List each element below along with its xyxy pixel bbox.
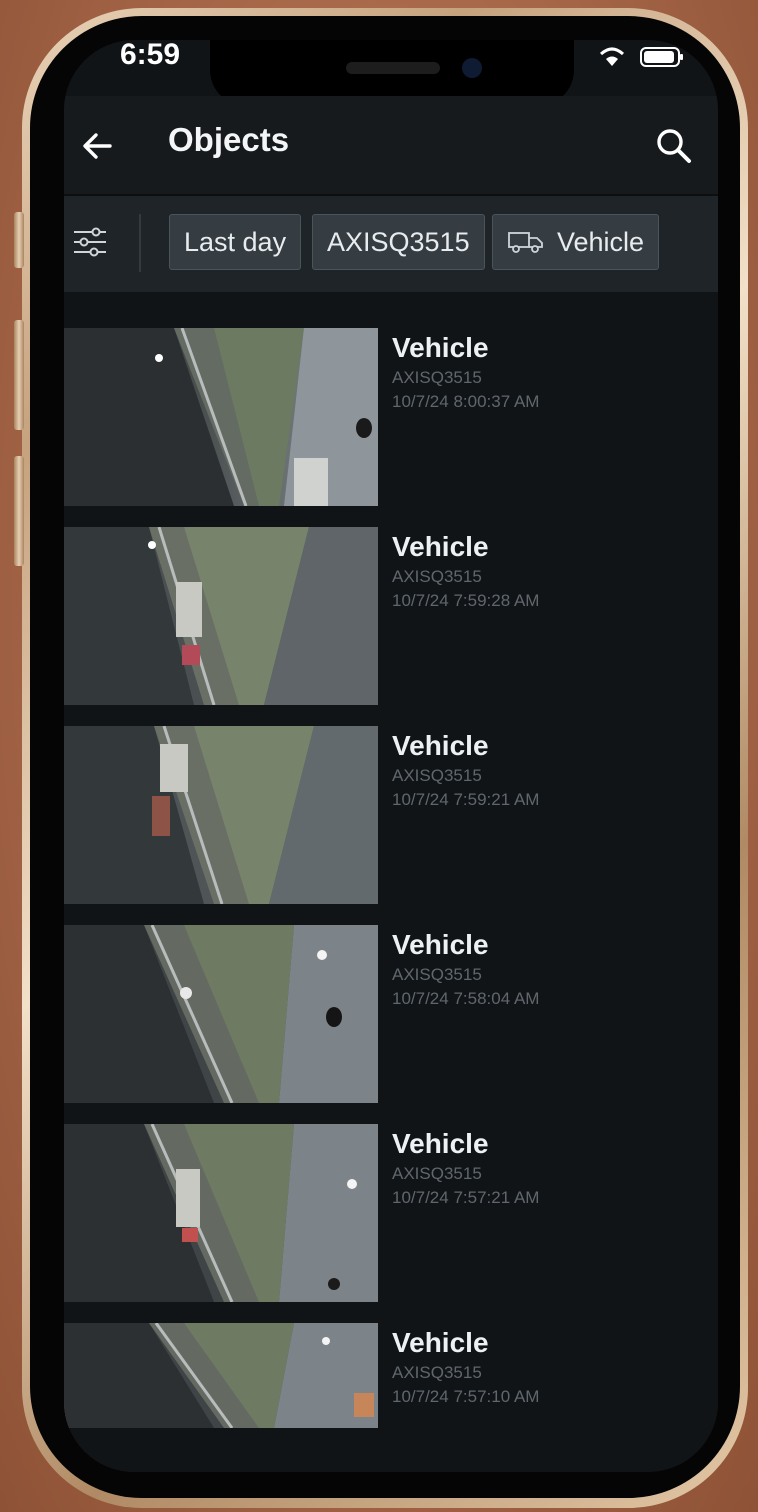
item-timestamp: 10/7/24 7:59:21 AM — [392, 790, 540, 809]
page-title: Objects — [168, 121, 290, 158]
filter-bar: Last day AXISQ3515 Vehicle — [64, 196, 718, 292]
item-camera: AXISQ3515 — [392, 1363, 482, 1382]
chip-label: Vehicle — [557, 226, 645, 257]
item-camera: AXISQ3515 — [392, 965, 482, 984]
thumbnail-image — [64, 726, 378, 904]
item-title: Vehicle — [392, 929, 489, 960]
chip-label: AXISQ3515 — [327, 226, 470, 257]
list-item[interactable]: Vehicle AXISQ3515 10/7/24 7:58:04 AM — [64, 925, 718, 1103]
app-header: Objects — [64, 96, 718, 194]
battery-icon — [640, 46, 684, 68]
front-camera — [462, 58, 482, 78]
item-camera: AXISQ3515 — [392, 1164, 482, 1183]
item-title: Vehicle — [392, 1128, 489, 1159]
thumbnail-image — [64, 925, 378, 1103]
item-timestamp: 10/7/24 7:57:10 AM — [392, 1387, 540, 1406]
search-button[interactable] — [652, 124, 696, 168]
earpiece-speaker — [346, 62, 440, 74]
chip-object-type[interactable]: Vehicle — [492, 214, 660, 270]
item-title: Vehicle — [392, 332, 489, 363]
chip-label: Last day — [184, 226, 287, 257]
list-item[interactable]: Vehicle AXISQ3515 10/7/24 7:57:21 AM — [64, 1124, 718, 1302]
search-icon — [652, 129, 696, 172]
chip-time-range[interactable]: Last day — [169, 214, 302, 270]
item-timestamp: 10/7/24 7:58:04 AM — [392, 989, 540, 1008]
chip-camera[interactable]: AXISQ3515 — [312, 214, 485, 270]
list-item[interactable]: Vehicle AXISQ3515 10/7/24 7:59:28 AM — [64, 527, 718, 705]
thumbnail-image — [64, 328, 378, 506]
status-bar: 6:59 — [64, 40, 718, 106]
item-title: Vehicle — [392, 730, 489, 761]
back-button[interactable] — [76, 124, 120, 168]
item-timestamp: 10/7/24 8:00:37 AM — [392, 392, 540, 411]
thumbnail-image — [64, 527, 378, 705]
item-title: Vehicle — [392, 531, 489, 562]
item-camera: AXISQ3515 — [392, 766, 482, 785]
item-title: Vehicle — [392, 1327, 489, 1358]
volume-up-button — [14, 320, 24, 430]
list-item[interactable]: Vehicle AXISQ3515 10/7/24 7:59:21 AM — [64, 726, 718, 904]
filter-separator — [139, 214, 141, 272]
filter-settings-button[interactable] — [72, 224, 108, 260]
thumbnail-image — [64, 1124, 378, 1302]
arrow-left-icon — [76, 133, 120, 172]
list-item[interactable]: Vehicle AXISQ3515 10/7/24 8:00:37 AM — [64, 328, 718, 506]
item-timestamp: 10/7/24 7:59:28 AM — [392, 591, 540, 610]
status-icons — [598, 46, 684, 68]
item-camera: AXISQ3515 — [392, 567, 482, 586]
item-camera: AXISQ3515 — [392, 368, 482, 387]
thumbnail-image — [64, 1323, 378, 1428]
sliders-icon — [72, 227, 108, 264]
wifi-icon — [598, 46, 626, 68]
truck-icon — [507, 229, 545, 255]
result-list: Vehicle AXISQ3515 10/7/24 8:00:37 AM Veh — [64, 292, 718, 1472]
volume-down-button — [14, 456, 24, 566]
list-item[interactable]: Vehicle AXISQ3515 10/7/24 7:57:10 AM — [64, 1323, 718, 1472]
mute-switch — [14, 212, 24, 268]
item-timestamp: 10/7/24 7:57:21 AM — [392, 1188, 540, 1207]
status-time: 6:59 — [120, 40, 181, 71]
phone-screen: 6:59 Objects Last day AXISQ3515 Vehicle … — [64, 40, 718, 1472]
